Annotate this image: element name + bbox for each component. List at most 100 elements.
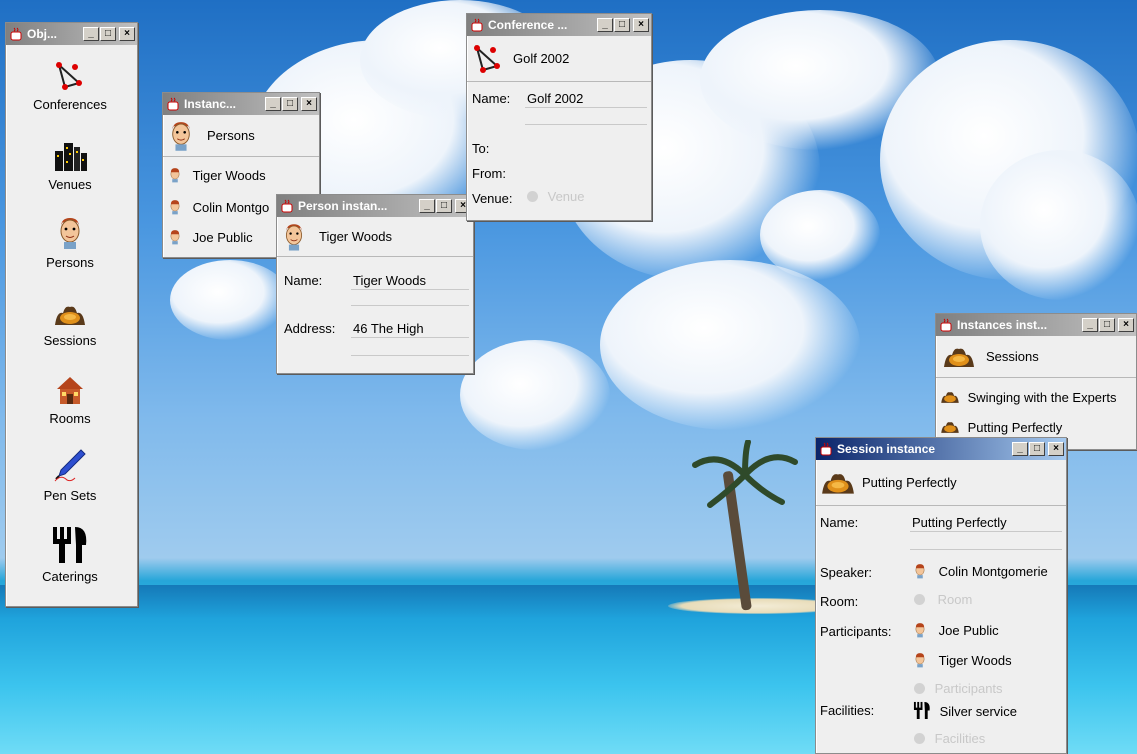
name-label: Name:	[284, 273, 323, 288]
session-icon	[941, 392, 959, 403]
session-icon	[944, 348, 974, 367]
window-title: Instanc...	[184, 97, 237, 111]
person-icon	[170, 200, 180, 215]
empty-slot-icon	[914, 733, 925, 744]
sidebar-item-persons[interactable]: Persons	[6, 217, 134, 270]
speaker-label: Speaker:	[820, 565, 873, 580]
instances-header-label: Sessions	[986, 349, 1039, 364]
sessions-instances-titlebar[interactable]: Instances inst... _ □ ×	[936, 314, 1136, 336]
sidebar-item-label: Sessions	[43, 333, 97, 348]
participants-placeholder: Participants	[934, 681, 1003, 696]
instances-header: Persons	[163, 115, 319, 157]
window-title: Person instan...	[298, 199, 388, 213]
session-icon	[55, 306, 85, 325]
maximize-button[interactable]: □	[100, 27, 116, 41]
fork-knife-icon	[913, 701, 930, 719]
empty-slot-icon	[914, 594, 925, 605]
list-item[interactable]: Putting Perfectly	[940, 420, 1062, 435]
name-field[interactable]: Golf 2002	[527, 91, 583, 106]
to-label: To:	[472, 141, 490, 156]
instance-header-label: Tiger Woods	[319, 229, 392, 244]
list-item-label: Tiger Woods	[192, 168, 266, 183]
person-icon	[285, 223, 303, 251]
facilities-drop-target[interactable]: Facilities	[914, 731, 985, 746]
close-button[interactable]: ×	[633, 18, 649, 32]
sidebar-item-pen-sets[interactable]: Pen Sets	[6, 448, 134, 503]
minimize-button[interactable]: _	[1012, 442, 1028, 456]
java-coffee-icon	[10, 27, 22, 41]
venue-label: Venue:	[472, 191, 513, 206]
room-label: Room:	[820, 594, 859, 609]
conference-icon	[474, 44, 500, 73]
room-drop-target[interactable]: Room	[914, 592, 972, 607]
sidebar-item-label: Conferences	[33, 97, 107, 112]
person-icon	[172, 121, 190, 151]
sidebar-item-rooms[interactable]: Rooms	[6, 375, 134, 426]
name-label: Name:	[472, 91, 511, 106]
pen-icon	[54, 449, 86, 482]
person-icon	[915, 564, 925, 579]
sidebar-item-caterings[interactable]: Caterings	[6, 525, 134, 584]
close-button[interactable]: ×	[1118, 318, 1134, 332]
participant-item[interactable]: Tiger Woods	[914, 652, 1012, 668]
persons-instances-titlebar[interactable]: Instanc... _ □ ×	[163, 93, 319, 115]
facility-item[interactable]: Silver service	[912, 701, 1017, 719]
instances-header: Sessions	[936, 336, 1136, 378]
minimize-button[interactable]: _	[265, 97, 281, 111]
close-button[interactable]: ×	[1048, 442, 1064, 456]
sidebar-item-label: Rooms	[49, 411, 91, 426]
person-icon	[170, 230, 180, 245]
address-label: Address:	[284, 321, 336, 336]
person-instance-titlebar[interactable]: Person instan... _ □ ×	[277, 195, 473, 217]
conference-titlebar[interactable]: Conference ... _ □ ×	[467, 14, 651, 36]
participant-name: Tiger Woods	[938, 653, 1012, 668]
name-field[interactable]: Putting Perfectly	[912, 515, 1007, 530]
person-icon	[170, 168, 180, 183]
empty-slot-icon	[527, 191, 538, 202]
java-coffee-icon	[167, 97, 179, 111]
name-field[interactable]: Tiger Woods	[353, 273, 426, 288]
participants-label: Participants:	[820, 624, 892, 639]
sidebar-item-sessions[interactable]: Sessions	[6, 303, 134, 348]
close-button[interactable]: ×	[119, 27, 135, 41]
participants-drop-target[interactable]: Participants	[914, 681, 1003, 696]
session-instance-window: Session instance _ □ × Putting Perfectly…	[815, 437, 1067, 754]
sidebar-item-conferences[interactable]: Conferences	[6, 61, 134, 112]
sidebar-item-label: Venues	[48, 177, 92, 192]
minimize-button[interactable]: _	[1082, 318, 1098, 332]
participant-item[interactable]: Joe Public	[914, 622, 999, 638]
session-instance-titlebar[interactable]: Session instance _ □ ×	[816, 438, 1066, 460]
person-icon	[60, 218, 80, 249]
instances-header-label: Persons	[207, 128, 255, 143]
session-icon	[941, 422, 959, 433]
venue-placeholder: Venue	[547, 189, 585, 204]
maximize-button[interactable]: □	[614, 18, 630, 32]
maximize-button[interactable]: □	[1029, 442, 1045, 456]
list-item[interactable]: Tiger Woods	[169, 167, 266, 183]
session-icon	[822, 473, 854, 494]
maximize-button[interactable]: □	[282, 97, 298, 111]
list-item-label: Swinging with the Experts	[967, 390, 1117, 405]
address-field[interactable]: 46 The High	[353, 321, 424, 336]
instance-header: Tiger Woods	[277, 217, 473, 257]
close-button[interactable]: ×	[301, 97, 317, 111]
minimize-button[interactable]: _	[83, 27, 99, 41]
facilities-label: Facilities:	[820, 703, 875, 718]
minimize-button[interactable]: _	[419, 199, 435, 213]
window-title: Session instance	[837, 442, 936, 456]
instance-header: Golf 2002	[467, 36, 651, 82]
sidebar-item-label: Caterings	[42, 569, 98, 584]
conference-icon	[56, 61, 82, 90]
venue-building-icon	[55, 143, 87, 171]
maximize-button[interactable]: □	[1099, 318, 1115, 332]
list-item[interactable]: Joe Public	[169, 229, 253, 245]
facilities-placeholder: Facilities	[934, 731, 986, 746]
venue-drop-target[interactable]: Venue	[527, 189, 585, 204]
list-item[interactable]: Colin Montgo	[169, 199, 269, 215]
speaker-value[interactable]: Colin Montgomerie	[914, 563, 1048, 579]
minimize-button[interactable]: _	[597, 18, 613, 32]
maximize-button[interactable]: □	[436, 199, 452, 213]
sidebar-item-venues[interactable]: Venues	[6, 139, 134, 192]
list-item[interactable]: Swinging with the Experts	[940, 390, 1116, 405]
object-window-titlebar[interactable]: Obj... _ □ ×	[6, 23, 137, 45]
